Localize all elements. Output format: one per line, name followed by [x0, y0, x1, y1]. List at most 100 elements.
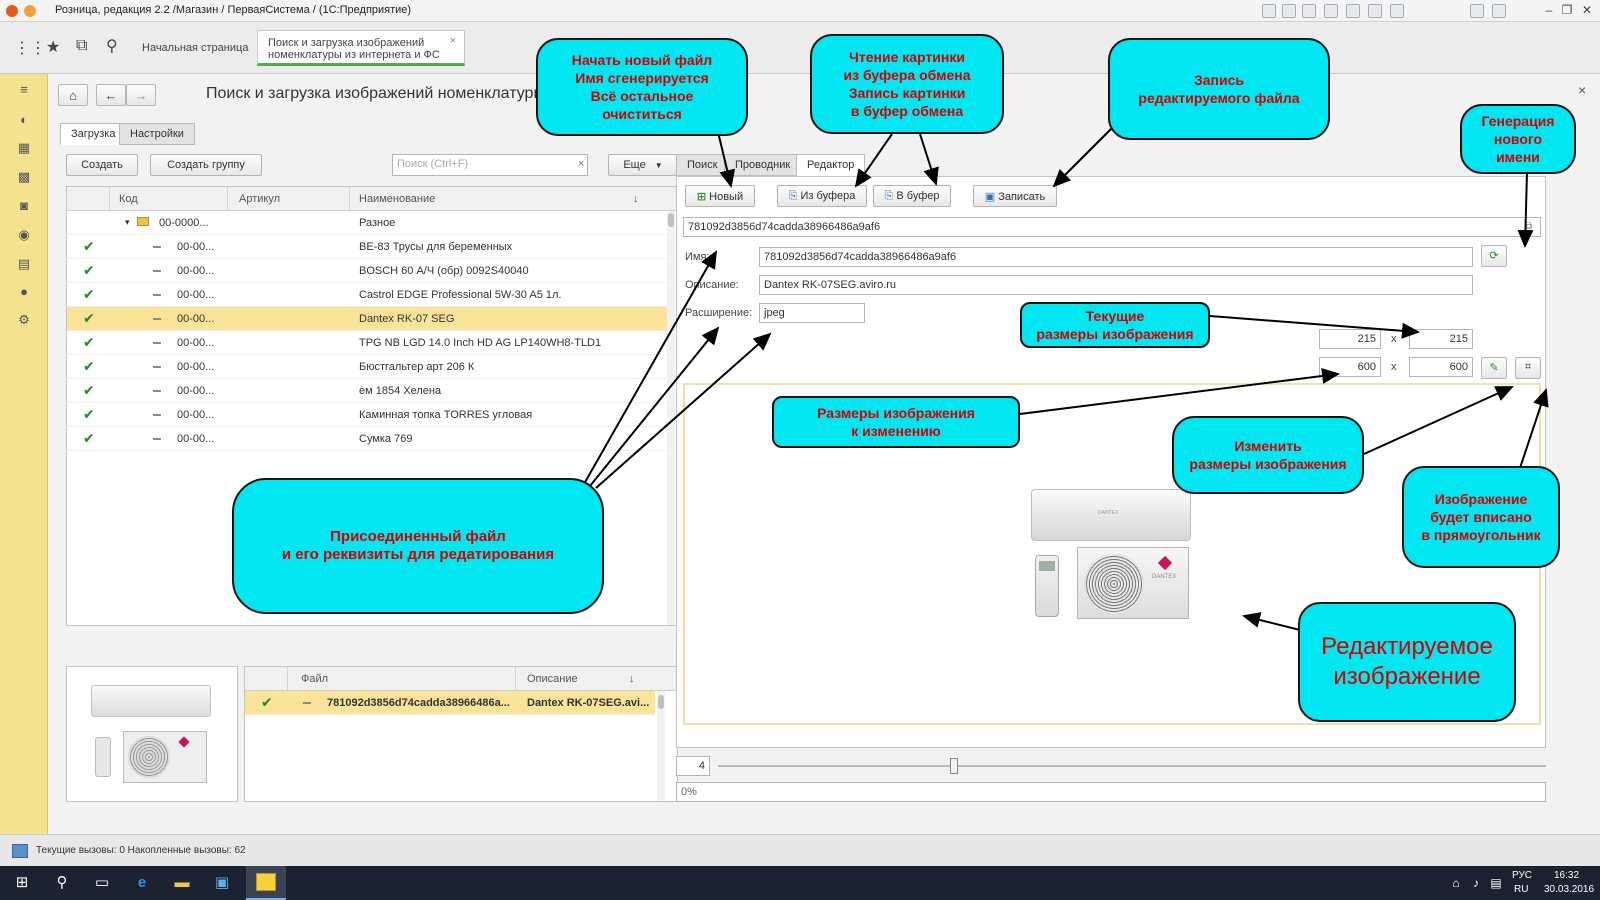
warehouse-icon[interactable]: ▩ — [16, 169, 32, 185]
new-height-field[interactable]: 600 — [1409, 357, 1473, 377]
toolbar-icon[interactable] — [1470, 4, 1484, 18]
zoom-slider-handle[interactable] — [950, 758, 958, 774]
toolbar-icon[interactable] — [1302, 4, 1316, 18]
finance-icon[interactable]: ◉ — [16, 227, 32, 243]
table-row[interactable]: ✔ 00-00... BE-83 Трусы для беременных — [67, 235, 667, 259]
tab-home[interactable]: Начальная страница — [132, 36, 260, 60]
close-tab-icon[interactable]: × — [450, 35, 456, 47]
tab-search[interactable]: Поиск — [676, 154, 729, 176]
close-form-icon[interactable]: × — [1578, 82, 1586, 98]
forward-button[interactable]: → — [126, 84, 156, 106]
history-icon[interactable]: ⧉ — [76, 37, 87, 55]
sort-arrow-icon[interactable]: ↓ — [633, 193, 639, 205]
tab-editor[interactable]: Редактор — [796, 154, 866, 176]
search-input[interactable]: Поиск (Ctrl+F) — [392, 154, 588, 176]
table-row[interactable]: ✔ 00-00... Dantex RK-07 SEG — [67, 307, 667, 331]
users-icon[interactable]: ● — [16, 284, 32, 300]
calls-monitor-icon[interactable] — [12, 844, 28, 858]
expand-icon[interactable]: ▾ — [125, 217, 130, 228]
notifications-icon[interactable]: ▤ — [1486, 873, 1506, 893]
extension-field[interactable]: jpeg — [759, 303, 865, 323]
zoom-slider-track[interactable] — [718, 765, 1546, 767]
tab-upload[interactable]: Загрузка — [60, 123, 127, 145]
lang-indicator[interactable]: РУС — [1512, 870, 1532, 881]
resize-button[interactable]: ✎ — [1481, 357, 1507, 379]
tab-settings[interactable]: Настройки — [119, 123, 195, 145]
new-label: Новый — [709, 191, 744, 203]
table-row[interactable]: ✔ 00-00... Сумка 769 — [67, 427, 667, 451]
description-field[interactable]: Dantex RK-07SEG.aviro.ru — [759, 275, 1473, 295]
scroll-thumb[interactable] — [658, 695, 664, 709]
create-button[interactable]: Создать — [66, 154, 138, 176]
clock-time[interactable]: 16:32 — [1554, 870, 1579, 881]
create-group-button[interactable]: Создать группу — [150, 154, 262, 176]
table-row[interactable]: ✔ 00-00... Castrol EDGE Professional 5W-30… — [67, 283, 667, 307]
col-code[interactable]: Код — [119, 193, 138, 205]
table-row[interactable]: ✔ 00-00... ем 1854 Хелена — [67, 379, 667, 403]
row-code: 00-00... — [177, 289, 215, 301]
tab-image-search[interactable]: Поиск и загрузка изображений номенклатур… — [257, 30, 465, 66]
back-button[interactable]: ← — [96, 84, 126, 106]
toolbar-icon[interactable] — [1492, 4, 1506, 18]
callout-new-file: Начать новый файл Имя сгенерируется Всё … — [536, 38, 748, 136]
files-scrollbar[interactable] — [657, 691, 665, 801]
file-explorer-icon[interactable]: ▬ — [172, 873, 192, 893]
zoom-field[interactable]: 4 — [676, 756, 710, 776]
menu-icon[interactable] — [24, 5, 36, 17]
col-name[interactable]: Наименование — [359, 193, 435, 205]
group-row[interactable]: ▾ 00-0000... Разное — [67, 211, 677, 235]
settings-gear-icon[interactable]: ⚙ — [16, 312, 32, 328]
to-buffer-button[interactable]: ⎘ В буфер — [873, 185, 951, 207]
1c-app-taskbar-item[interactable] — [246, 866, 286, 900]
minimize-button[interactable]: – — [1540, 2, 1558, 18]
toolbar-icon[interactable] — [1282, 4, 1296, 18]
toolbar-icon[interactable] — [1262, 4, 1276, 18]
table-scrollbar[interactable] — [667, 211, 675, 625]
name-field[interactable]: 781092d3856d74cadda38966486a9af6 — [759, 247, 1473, 267]
table-row[interactable]: ✔ 00-00... Бюстгальтер арт 206 К — [67, 355, 667, 379]
windows-start-icon[interactable]: ⊞ — [12, 873, 32, 893]
search-clear-icon[interactable]: × — [578, 158, 584, 170]
maximize-button[interactable]: ❐ — [1558, 2, 1576, 18]
network-icon[interactable]: ⌂ — [1446, 873, 1466, 893]
sales-icon[interactable]: ◐ — [16, 112, 32, 128]
edge-browser-icon[interactable]: e — [132, 873, 152, 893]
search-icon[interactable]: ⚲ — [106, 36, 118, 56]
cash-icon[interactable]: ◙ — [16, 198, 32, 214]
open-external-icon[interactable]: ⧉ — [1525, 221, 1532, 232]
col-article[interactable]: Артикул — [239, 193, 280, 205]
table-row[interactable]: ✔ 00-00... BOSCH 60 А/Ч (обр) 0092S40040 — [67, 259, 667, 283]
sort-arrow-icon[interactable]: ↓ — [629, 673, 635, 685]
generate-name-button[interactable]: ⟳ — [1481, 245, 1507, 267]
toolbar-icon[interactable] — [1390, 4, 1404, 18]
file-path-field[interactable]: 781092d3856d74cadda38966486a9af6 — [683, 217, 1541, 237]
tab-explorer[interactable]: Проводник — [724, 154, 802, 176]
scroll-thumb[interactable] — [668, 213, 674, 227]
col-file[interactable]: Файл — [301, 673, 328, 685]
file-row[interactable]: ✔ 781092d3856d74cadda38966486a... Dantex… — [245, 691, 655, 715]
more-button[interactable]: Еще ▼ — [608, 154, 678, 176]
favorites-star-icon[interactable]: ★ — [46, 37, 60, 57]
fit-rectangle-button[interactable]: ⌗ — [1515, 357, 1541, 379]
col-sep — [287, 667, 288, 691]
new-button[interactable]: ⊞ Новый — [685, 185, 755, 207]
purchases-icon[interactable]: ▦ — [16, 140, 32, 156]
new-width-field[interactable]: 600 — [1319, 357, 1381, 377]
from-buffer-button[interactable]: ⎘ Из буфера — [777, 185, 867, 207]
volume-icon[interactable]: ♪ — [1466, 873, 1486, 893]
toolbar-icon[interactable] — [1368, 4, 1382, 18]
home-button[interactable]: ⌂ — [58, 84, 88, 106]
save-button[interactable]: ▣ Записать — [973, 185, 1057, 207]
toolbar-icon[interactable] — [1324, 4, 1338, 18]
toolbar-icon[interactable] — [1346, 4, 1360, 18]
main-menu-icon[interactable]: ≡ — [16, 82, 32, 98]
close-window-button[interactable]: ✕ — [1578, 2, 1596, 18]
table-row[interactable]: ✔ 00-00... TPG NB LGD 14.0 Inch HD AG LP14… — [67, 331, 667, 355]
task-view-icon[interactable]: ▭ — [92, 873, 112, 893]
table-row[interactable]: ✔ 00-00... Каминная топка TORRES угловая — [67, 403, 667, 427]
col-description[interactable]: Описание — [527, 673, 578, 685]
store-icon[interactable]: ▣ — [212, 873, 232, 893]
reports-icon[interactable]: ▤ — [16, 256, 32, 272]
apps-grid-icon[interactable]: ⋮⋮ — [14, 38, 46, 58]
search-icon[interactable]: ⚲ — [52, 873, 72, 893]
